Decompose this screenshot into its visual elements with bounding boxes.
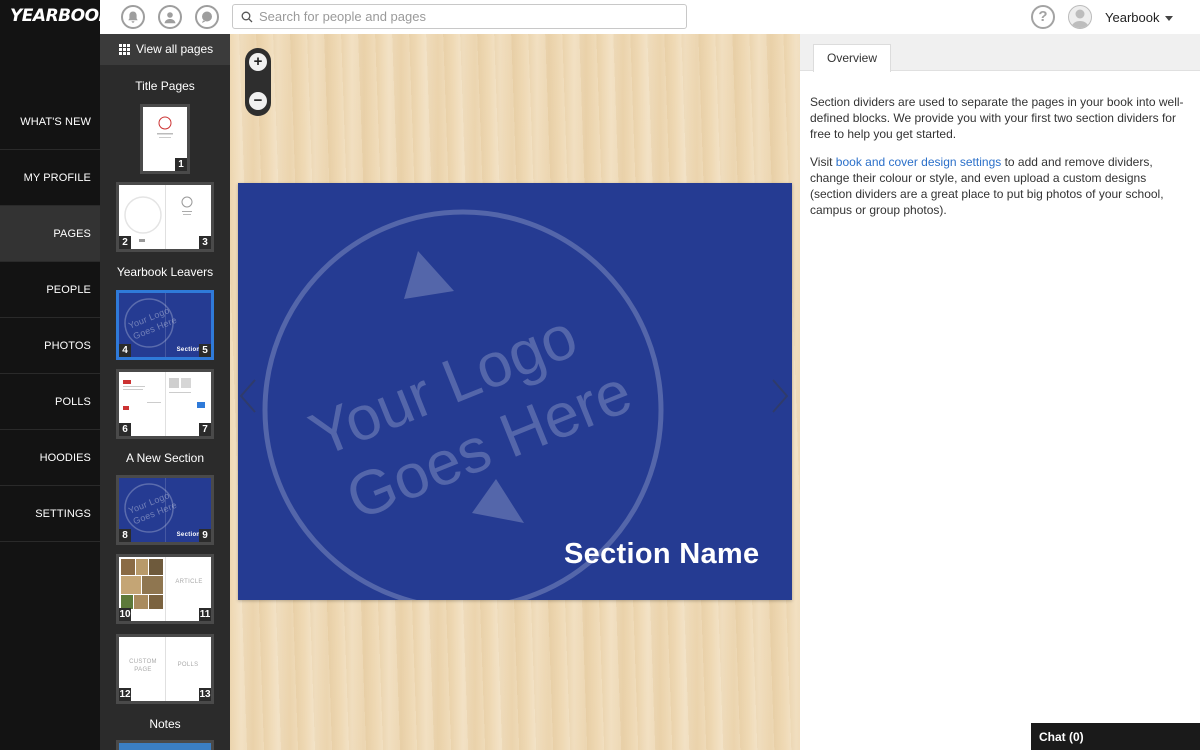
view-all-pages-label: View all pages xyxy=(136,42,214,56)
caret-down-icon[interactable] xyxy=(1165,16,1173,21)
section-title-title-pages[interactable]: Title Pages xyxy=(100,79,230,93)
profile-icon[interactable] xyxy=(158,5,182,29)
user-menu-label[interactable]: Yearbook xyxy=(1105,10,1159,25)
page-number: 13 xyxy=(199,688,211,701)
paragraph-text: Visit xyxy=(810,155,836,169)
main-nav: WHAT'S NEW MY PROFILE PAGES PEOPLE PHOTO… xyxy=(0,34,100,750)
next-page-arrow[interactable] xyxy=(770,378,790,419)
page-number: 3 xyxy=(199,236,211,249)
page-number: 5 xyxy=(199,344,211,357)
page-number: 11 xyxy=(199,608,211,621)
grid-icon xyxy=(119,44,130,55)
user-avatar-icon[interactable] xyxy=(1068,5,1092,29)
spread-art xyxy=(124,196,193,242)
nav-item-hoodies[interactable]: HOODIES xyxy=(0,430,100,486)
help-icon[interactable]: ? xyxy=(1031,5,1055,29)
yearbook-logo[interactable]: YEARBOOK xyxy=(0,0,112,34)
nav-item-pages[interactable]: PAGES xyxy=(0,206,100,262)
zoom-in-button[interactable]: + xyxy=(249,53,267,71)
nav-item-people[interactable]: PEOPLE xyxy=(0,262,100,318)
search-box[interactable] xyxy=(232,4,687,29)
zoom-controls: + − xyxy=(245,48,271,116)
page-number: 12 xyxy=(119,688,131,701)
chevron-left-icon xyxy=(239,379,256,413)
chevron-right-icon xyxy=(772,379,789,413)
nav-item-settings[interactable]: SETTINGS xyxy=(0,486,100,542)
top-bar: YEARBOOK ? Yearbook xyxy=(0,0,1200,34)
nav-item-polls[interactable]: POLLS xyxy=(0,374,100,430)
chat-button[interactable]: Chat (0) xyxy=(1031,723,1200,750)
zoom-out-button[interactable]: − xyxy=(249,92,267,110)
page-thumbnail-8-9[interactable]: Your Logo Goes Here Section N 8 9 xyxy=(116,475,214,545)
spread-art xyxy=(123,378,205,410)
search-input[interactable] xyxy=(259,7,679,26)
chat-bubble-icon[interactable] xyxy=(195,5,219,29)
page-thumbnail-4-5[interactable]: Your Logo Goes Here Section N 4 5 xyxy=(116,290,214,360)
section-title-a-new-section[interactable]: A New Section xyxy=(100,451,230,465)
nav-item-whats-new[interactable]: WHAT'S NEW xyxy=(0,94,100,150)
page-thumbnail-6-7[interactable]: 6 7 xyxy=(116,369,214,439)
photo-collage-art xyxy=(121,559,163,609)
page-number: 9 xyxy=(199,529,211,542)
page-number: 10 xyxy=(119,608,131,621)
details-panel: Overview Section dividers are used to se… xyxy=(800,34,1200,750)
page-thumbnail-notes[interactable] xyxy=(116,740,214,750)
page-thumbnail-10-11[interactable]: ARTICLE 10 11 xyxy=(116,554,214,624)
nav-item-photos[interactable]: PHOTOS xyxy=(0,318,100,374)
page-thumbnail-2-3[interactable]: 2 3 xyxy=(116,182,214,252)
polls-label: POLLS xyxy=(177,662,199,668)
nav-item-my-profile[interactable]: MY PROFILE xyxy=(0,150,100,206)
section-title-notes[interactable]: Notes xyxy=(100,717,230,731)
page-thumbnails-panel: View all pages Title Pages 1 2 3 Yearboo… xyxy=(100,34,230,750)
section-title-yearbook-leavers[interactable]: Yearbook Leavers xyxy=(100,265,230,279)
page-number: 8 xyxy=(119,529,131,542)
overview-paragraph-1: Section dividers are used to separate th… xyxy=(810,95,1184,141)
page-thumbnail-12-13[interactable]: CUSTOM PAGE POLLS 12 13 xyxy=(116,634,214,704)
panel-tabs: Overview xyxy=(800,34,1200,72)
page-number: 6 xyxy=(119,423,131,436)
page-number: 2 xyxy=(119,236,131,249)
custom-page-label: PAGE xyxy=(134,667,152,673)
section-name-title[interactable]: Section Name xyxy=(564,538,759,571)
page-thumbnail-1[interactable]: 1 xyxy=(140,104,190,174)
design-settings-link[interactable]: book and cover design settings xyxy=(836,155,1001,169)
bell-icon[interactable] xyxy=(121,5,145,29)
page-number: 1 xyxy=(175,158,187,171)
view-all-pages-button[interactable]: View all pages xyxy=(100,34,230,65)
prev-page-arrow[interactable] xyxy=(238,378,258,419)
article-label: ARTICLE xyxy=(175,579,203,585)
page-number: 7 xyxy=(199,423,211,436)
custom-page-label: CUSTOM xyxy=(129,659,157,665)
page-number: 4 xyxy=(119,344,131,357)
overview-paragraph-2: Visit book and cover design settings to … xyxy=(810,154,1190,218)
tab-overview[interactable]: Overview xyxy=(813,44,891,72)
search-icon xyxy=(241,11,253,23)
